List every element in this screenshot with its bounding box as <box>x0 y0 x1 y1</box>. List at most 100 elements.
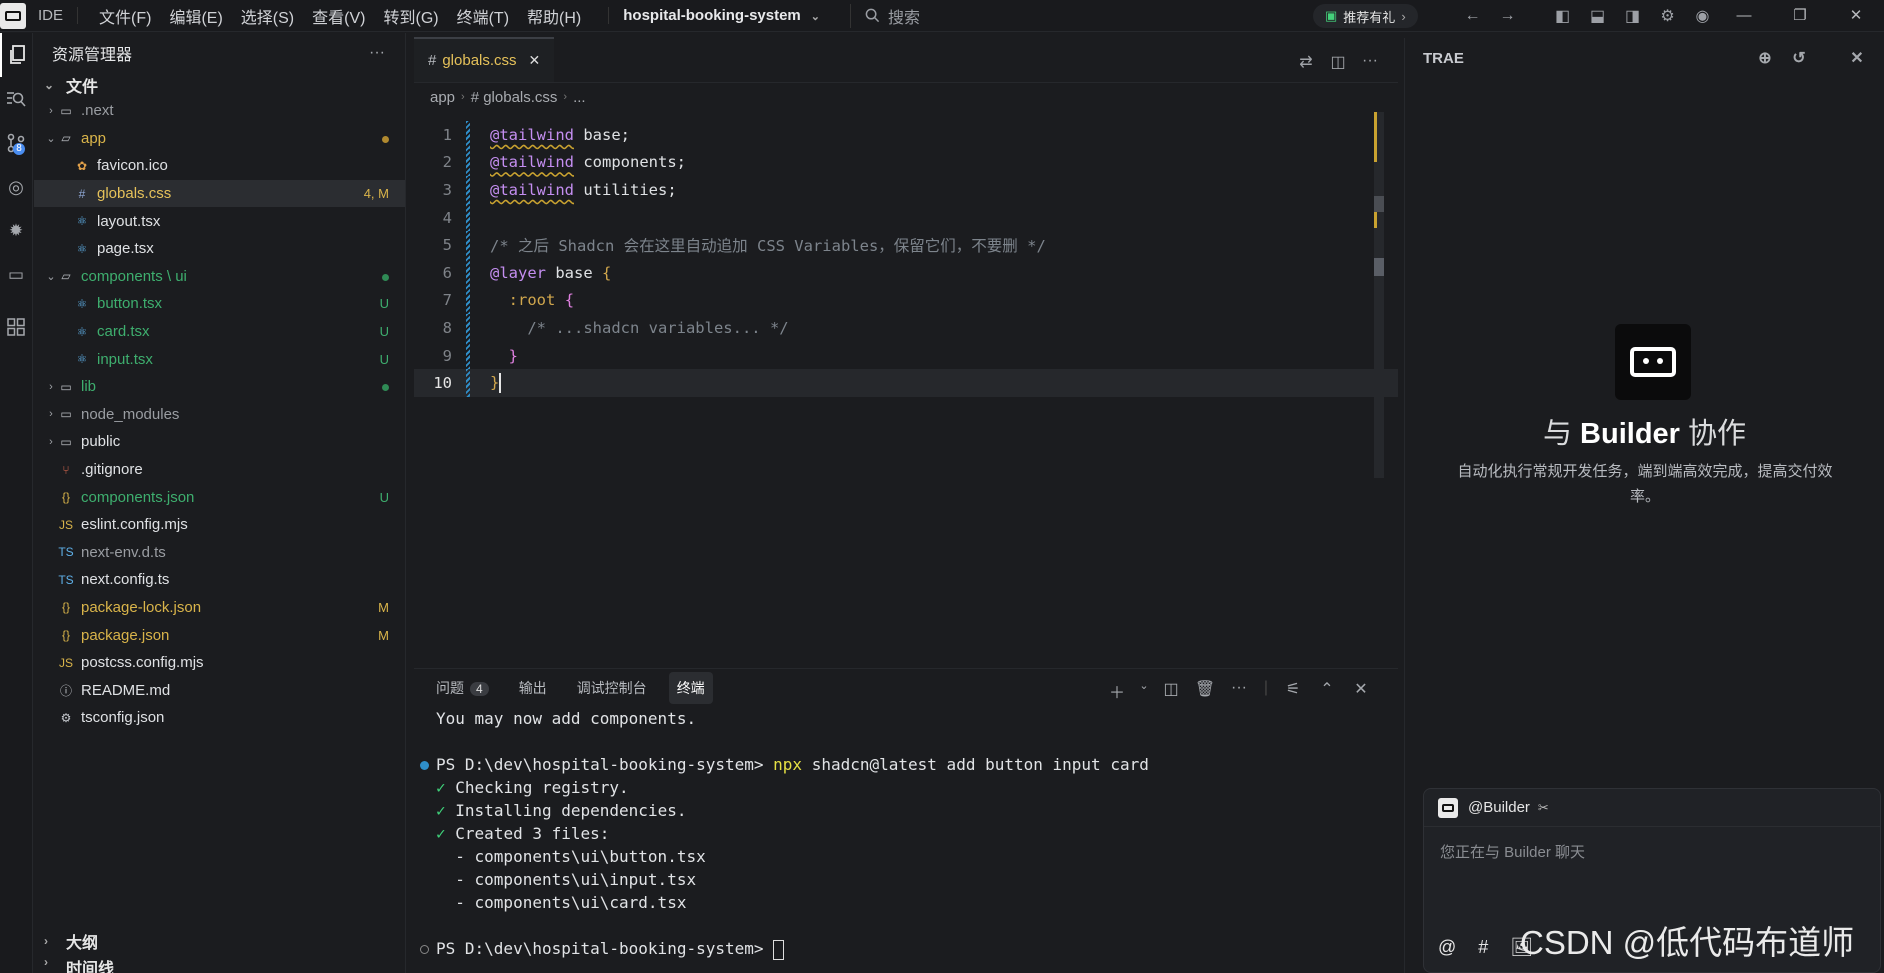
file-tree-item[interactable]: › ▭ public <box>34 428 405 456</box>
file-tree-item[interactable]: › ▭ node_modules <box>34 401 405 429</box>
history-icon[interactable]: ↺ <box>1782 48 1816 68</box>
file-tree-item[interactable]: ⚙ tsconfig.json <box>34 704 405 732</box>
explorer-activity[interactable] <box>0 33 32 77</box>
menu-edit[interactable]: 编辑(E) <box>160 4 231 28</box>
file-tree-item[interactable]: {} package.json M <box>34 621 405 649</box>
breadcrumb-symbol[interactable]: ... <box>573 89 586 106</box>
more-actions-icon[interactable]: ··· <box>1354 52 1386 72</box>
file-tree-item[interactable]: JS postcss.config.mjs <box>34 649 405 677</box>
git-status-badge: 4, M <box>363 186 389 202</box>
forward-arrow-icon[interactable]: → <box>1490 7 1525 25</box>
file-tree-item[interactable]: ⚛ page.tsx <box>34 235 405 263</box>
project-switcher[interactable]: hospital-booking-system ⌄ <box>608 7 820 24</box>
split-terminal-icon[interactable]: ◫ <box>1154 679 1188 703</box>
toggle-panel-icon[interactable]: ⬓ <box>1580 6 1615 26</box>
file-tree-label: layout.tsx <box>97 212 161 230</box>
close-tab-icon[interactable]: ✕ <box>529 52 541 69</box>
back-arrow-icon[interactable]: ← <box>1455 7 1490 25</box>
editor-tab-bar: # globals.css ✕ ⇄ ◫ ··· <box>414 37 1398 83</box>
search-box[interactable]: 搜索 <box>850 3 920 28</box>
editor-tab-globals-css[interactable]: # globals.css ✕ <box>414 37 555 82</box>
monitor-icon: ▭ <box>7 265 25 284</box>
remote-activity[interactable]: ▭ <box>0 253 32 297</box>
file-tree-item[interactable]: › ▭ lib <box>34 373 405 401</box>
menu-file[interactable]: 文件(F) <box>90 4 160 28</box>
file-tree-item[interactable]: ✿ favicon.ico <box>34 152 405 180</box>
file-tree-item[interactable]: ⚛ button.tsx U <box>34 290 405 318</box>
maximize-panel-icon[interactable]: ⌃ <box>1310 679 1344 703</box>
trash-icon[interactable]: 🗑 <box>1188 679 1222 703</box>
react-icon: ⚛ <box>76 214 88 229</box>
mention-icon[interactable]: @ <box>1438 937 1456 958</box>
file-tree-item[interactable]: ⌄ ▱ app <box>34 125 405 153</box>
file-tree-item[interactable]: TS next-env.d.ts <box>34 539 405 567</box>
breadcrumb-file[interactable]: # globals.css <box>471 89 558 106</box>
account-icon[interactable]: ◉ <box>1685 6 1720 26</box>
new-chat-icon[interactable]: ⊕ <box>1748 48 1782 68</box>
promo-button[interactable]: ▣ 推荐有礼 › <box>1313 4 1418 28</box>
debug-activity[interactable]: ✹ <box>0 209 32 253</box>
compare-changes-icon[interactable]: ⇄ <box>1290 52 1322 72</box>
source-control-activity[interactable]: 8 <box>0 121 32 165</box>
hash-context-icon[interactable]: # <box>1478 937 1488 958</box>
file-tree-item[interactable]: ⚛ card.tsx U <box>34 318 405 346</box>
more-actions-icon[interactable]: ··· <box>369 44 385 62</box>
file-tree-item[interactable]: ⚛ input.tsx U <box>34 345 405 373</box>
code-token: /* ...shadcn variables... */ <box>527 318 789 337</box>
extensions-activity[interactable] <box>0 305 32 349</box>
explorer-header: 资源管理器 ··· <box>34 33 405 73</box>
files-section-header[interactable]: ⌄ 文件 <box>34 73 405 97</box>
menu-terminal[interactable]: 终端(T) <box>448 4 518 28</box>
more-actions-icon[interactable]: ··· <box>1222 679 1256 703</box>
chat-agent-tag[interactable]: @Builder ✂ <box>1424 789 1880 827</box>
close-panel-icon[interactable]: ✕ <box>1840 48 1874 68</box>
tab-problems[interactable]: 问题 4 <box>428 672 497 704</box>
file-tree-item[interactable]: JS eslint.config.mjs <box>34 511 405 539</box>
chevron-down-icon[interactable]: ⌄ <box>1134 679 1154 703</box>
minimize-icon[interactable]: — <box>1716 0 1772 32</box>
file-tree-item[interactable]: › ▭ .next <box>34 97 405 125</box>
file-tree-item[interactable]: ⚛ layout.tsx <box>34 207 405 235</box>
new-terminal-icon[interactable]: ＋ <box>1100 679 1134 703</box>
toggle-left-sidebar-icon[interactable]: ◧ <box>1545 6 1580 26</box>
split-editor-icon[interactable]: ◫ <box>1322 52 1354 72</box>
file-tree-item[interactable]: TS next.config.ts <box>34 566 405 594</box>
terminal-settings-icon[interactable]: ⚟ <box>1276 679 1310 703</box>
breadcrumb-app[interactable]: app <box>430 89 455 106</box>
timeline-section-header[interactable]: › 时间线 <box>34 955 405 973</box>
file-tree-item[interactable]: ⓘ README.md <box>34 676 405 704</box>
terminal-output[interactable]: You may now add components. PS D:\dev\ho… <box>414 707 1398 960</box>
menu-goto[interactable]: 转到(G) <box>374 4 447 28</box>
tab-problems-label: 问题 <box>436 680 464 696</box>
ts-icon: TS <box>58 572 74 587</box>
tab-terminal[interactable]: 终端 <box>668 672 713 704</box>
run-debug-activity[interactable]: ◎ <box>0 165 32 209</box>
minimap-scrollbar[interactable] <box>1374 112 1384 478</box>
tab-output[interactable]: 输出 <box>511 672 555 704</box>
close-panel-icon[interactable]: ✕ <box>1344 679 1378 703</box>
code-editor[interactable]: 1 @tailwind base; 2 @tailwind components; 3 @… <box>414 121 1398 397</box>
settings-gear-icon[interactable]: ⚙ <box>1650 6 1685 26</box>
close-window-icon[interactable]: ✕ <box>1828 0 1884 32</box>
terminal-line: - components\ui\button.tsx <box>436 847 706 866</box>
minimap-mark <box>1374 196 1384 212</box>
menu-help[interactable]: 帮助(H) <box>518 4 590 28</box>
toggle-right-sidebar-icon[interactable]: ◨ <box>1615 6 1650 26</box>
code-token: base; <box>574 125 630 144</box>
file-tree-item[interactable]: {} package-lock.json M <box>34 594 405 622</box>
file-tree-item[interactable]: ⑂ .gitignore <box>34 456 405 484</box>
tab-debug-console[interactable]: 调试控制台 <box>569 672 655 704</box>
restore-icon[interactable]: ❐ <box>1772 0 1828 32</box>
file-tree-item[interactable]: {} components.json U <box>34 483 405 511</box>
chat-placeholder[interactable]: 您正在与 Builder 聊天 <box>1424 827 1880 876</box>
menu-selection[interactable]: 选择(S) <box>232 4 303 28</box>
search-activity[interactable] <box>0 77 32 121</box>
file-tree-item[interactable]: # globals.css 4, M <box>34 179 405 208</box>
menu-view[interactable]: 查看(V) <box>303 4 374 28</box>
file-tree-item[interactable]: ⌄ ▱ components \ ui <box>34 263 405 291</box>
git-status-badge: U <box>379 351 389 367</box>
git-status-badge: M <box>378 599 389 615</box>
outline-section-header[interactable]: › 大纲 <box>34 927 405 955</box>
